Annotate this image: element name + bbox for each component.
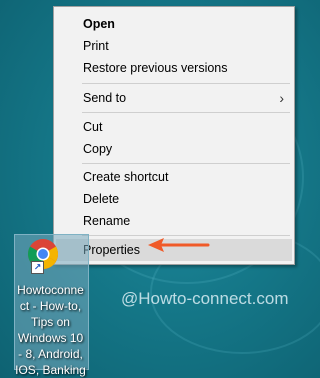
menu-item-copy[interactable]: Copy: [54, 138, 294, 160]
menu-item-print[interactable]: Print: [54, 35, 294, 57]
menu-separator: [82, 112, 290, 113]
menu-separator: [82, 235, 290, 236]
chevron-right-icon: ›: [279, 90, 284, 106]
menu-item-restore-previous-versions[interactable]: Restore previous versions: [54, 57, 294, 79]
menu-item-rename[interactable]: Rename: [54, 210, 294, 232]
menu-item-create-shortcut[interactable]: Create shortcut: [54, 166, 294, 188]
shortcut-arrow-icon: ↗: [31, 261, 44, 274]
desktop-icon-label[interactable]: Howtoconne ct - How-to, Tips on Windows …: [14, 282, 87, 378]
menu-item-send-to[interactable]: Send to ›: [54, 87, 294, 109]
pointer-arrow-icon: [148, 238, 210, 252]
context-menu: Open Print Restore previous versions Sen…: [53, 6, 295, 265]
menu-separator: [82, 83, 290, 84]
watermark: @Howto-connect.com: [121, 289, 289, 308]
menu-separator: [82, 163, 290, 164]
menu-item-delete[interactable]: Delete: [54, 188, 294, 210]
menu-item-cut[interactable]: Cut: [54, 116, 294, 138]
menu-item-open[interactable]: Open: [54, 13, 294, 35]
